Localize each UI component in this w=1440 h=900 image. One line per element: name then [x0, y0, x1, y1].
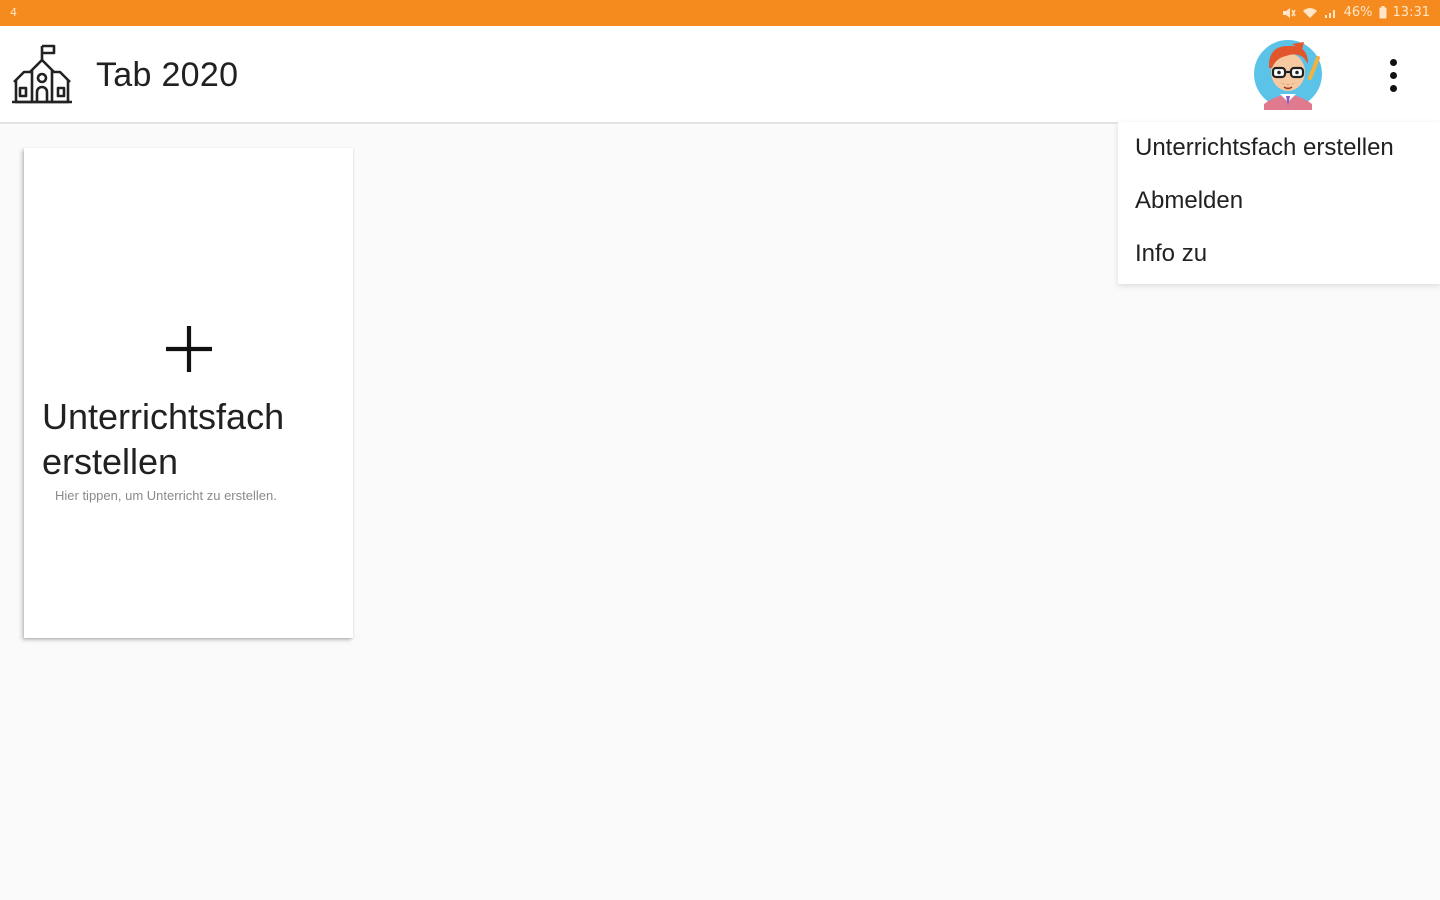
- overflow-dot: [1389, 84, 1397, 92]
- avatar[interactable]: [1252, 38, 1324, 110]
- card-title: Unterrichtsfach erstellen: [42, 396, 285, 482]
- status-bar: 4 46% 13:31: [0, 0, 1440, 26]
- mute-icon: [1282, 7, 1296, 19]
- plus-icon: [166, 326, 212, 372]
- teacher-avatar-icon: [1254, 40, 1322, 110]
- app-title: Tab 2020: [96, 56, 239, 94]
- signal-icon: [1324, 7, 1338, 19]
- overflow-dot: [1389, 71, 1397, 79]
- menu-item-logout[interactable]: Abmelden: [1135, 187, 1243, 215]
- card-hint: Hier tippen, um Unterricht zu erstellen.: [55, 488, 277, 503]
- clock: 13:31: [1392, 5, 1430, 20]
- menu-item-create-subject[interactable]: Unterrichtsfach erstellen: [1135, 134, 1394, 162]
- overflow-dot: [1389, 58, 1397, 66]
- battery-percentage: 46%: [1343, 5, 1373, 20]
- school-building-icon: [10, 42, 74, 106]
- create-subject-card[interactable]: Unterrichtsfach erstellen Hier tippen, u…: [24, 148, 353, 638]
- battery-icon: [1379, 6, 1387, 19]
- overflow-menu: Unterrichtsfach erstellen Abmelden Info …: [1118, 122, 1440, 284]
- app-bar: Tab 2020: [0, 26, 1440, 124]
- status-icons: 46% 13:31: [1282, 5, 1430, 20]
- more-vert-icon[interactable]: [1372, 50, 1414, 100]
- menu-item-about[interactable]: Info zu: [1135, 240, 1207, 268]
- wifi-icon: [1302, 7, 1318, 19]
- status-indicator: 4: [10, 6, 17, 19]
